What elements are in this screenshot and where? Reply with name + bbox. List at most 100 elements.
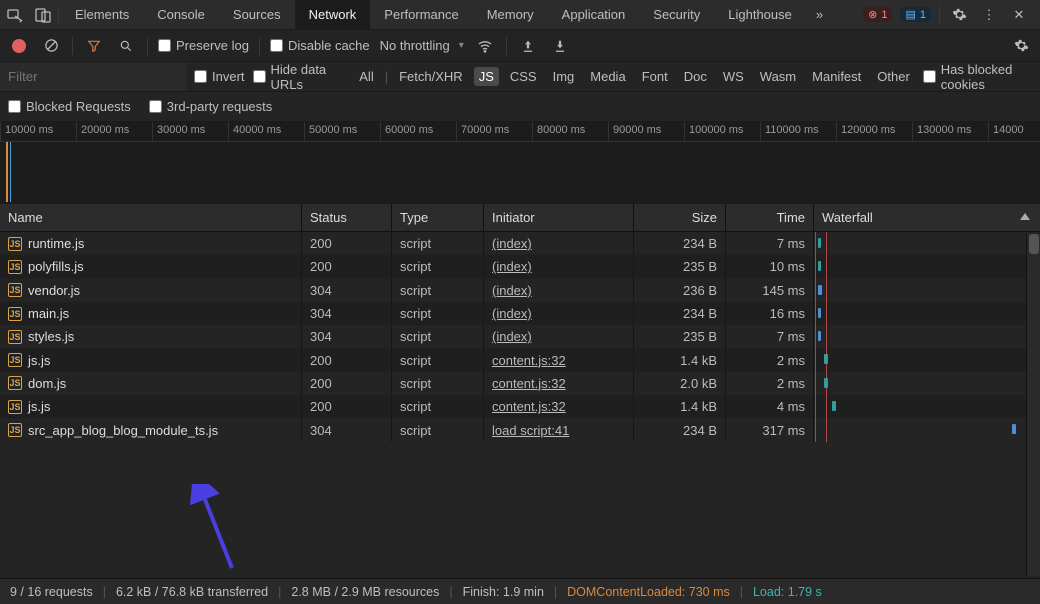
upload-icon[interactable]	[517, 35, 539, 57]
tab-security[interactable]: Security	[639, 0, 714, 30]
gear-icon[interactable]	[948, 4, 970, 26]
type-chip-doc[interactable]: Doc	[679, 67, 712, 86]
filter-icon[interactable]	[83, 35, 105, 57]
record-button[interactable]	[8, 35, 30, 57]
timeline-overview[interactable]: 10000 ms20000 ms30000 ms40000 ms50000 ms…	[0, 122, 1040, 204]
tab-memory[interactable]: Memory	[473, 0, 548, 30]
tab-console[interactable]: Console	[143, 0, 219, 30]
type-chip-wasm[interactable]: Wasm	[755, 67, 801, 86]
type-chip-fetchxhr[interactable]: Fetch/XHR	[394, 67, 468, 86]
request-waterfall-cell	[814, 372, 1040, 395]
clear-icon[interactable]	[40, 35, 62, 57]
tab-sources[interactable]: Sources	[219, 0, 295, 30]
request-name: vendor.js	[28, 283, 80, 298]
tab-application[interactable]: Application	[548, 0, 640, 30]
request-status: 304	[302, 325, 392, 348]
filter-row-2: Blocked Requests 3rd-party requests	[0, 92, 1040, 122]
table-row[interactable]: JSsrc_app_blog_blog_module_ts.js304scrip…	[0, 418, 1040, 441]
type-chip-other[interactable]: Other	[872, 67, 915, 86]
table-row[interactable]: JSdom.js200scriptcontent.js:322.0 kB2 ms	[0, 372, 1040, 395]
request-initiator-link[interactable]: load script:41	[492, 423, 569, 438]
type-chip-css[interactable]: CSS	[505, 67, 542, 86]
request-table-body: JSruntime.js200script(index)234 B7 msJSp…	[0, 232, 1040, 574]
table-row[interactable]: JSpolyfills.js200script(index)235 B10 ms	[0, 255, 1040, 278]
col-initiator[interactable]: Initiator	[484, 204, 634, 231]
request-initiator-link[interactable]: (index)	[492, 259, 532, 274]
request-time: 145 ms	[726, 279, 814, 302]
col-size[interactable]: Size	[634, 204, 726, 231]
network-settings-gear-icon[interactable]	[1010, 35, 1032, 57]
message-badge[interactable]: ▤ 1	[900, 7, 931, 22]
footer-domcontentloaded: DOMContentLoaded: 730 ms	[567, 585, 730, 599]
request-name: js.js	[28, 399, 50, 414]
preserve-log-label: Preserve log	[176, 38, 249, 53]
error-badge[interactable]: ⊗ 1	[863, 7, 892, 22]
type-chip-font[interactable]: Font	[637, 67, 673, 86]
preserve-log-checkbox[interactable]: Preserve log	[158, 38, 249, 53]
filter-input[interactable]	[0, 62, 186, 91]
timeline-tick: 60000 ms	[380, 122, 456, 141]
col-waterfall[interactable]: Waterfall	[814, 204, 1040, 231]
type-chip-all[interactable]: All	[354, 67, 378, 86]
tab-network[interactable]: Network	[295, 0, 371, 30]
throttling-select[interactable]: No throttling	[380, 38, 464, 53]
col-time[interactable]: Time	[726, 204, 814, 231]
type-chip-js[interactable]: JS	[474, 67, 499, 86]
request-type: script	[392, 232, 484, 255]
footer-resources: 2.8 MB / 2.9 MB resources	[291, 585, 439, 599]
blocked-requests-checkbox[interactable]: Blocked Requests	[8, 99, 131, 114]
close-icon[interactable]: ✕	[1008, 4, 1030, 26]
table-row[interactable]: JSvendor.js304script(index)236 B145 ms	[0, 279, 1040, 302]
scrollbar-thumb[interactable]	[1029, 234, 1039, 254]
hide-data-urls-checkbox[interactable]: Hide data URLs	[253, 62, 347, 92]
inspect-icon[interactable]	[2, 2, 28, 28]
col-type[interactable]: Type	[392, 204, 484, 231]
timeline-tick: 40000 ms	[228, 122, 304, 141]
request-initiator-link[interactable]: (index)	[492, 283, 532, 298]
annotation-arrow	[188, 484, 248, 574]
request-initiator-link[interactable]: content.js:32	[492, 376, 566, 391]
request-time: 7 ms	[726, 232, 814, 255]
tab-elements[interactable]: Elements	[61, 0, 143, 30]
table-row[interactable]: JSruntime.js200script(index)234 B7 ms	[0, 232, 1040, 255]
type-chip-ws[interactable]: WS	[718, 67, 749, 86]
tab-performance[interactable]: Performance	[370, 0, 472, 30]
tabs-overflow-icon[interactable]: »	[808, 7, 831, 22]
request-type: script	[392, 302, 484, 325]
request-waterfall-cell	[814, 418, 1040, 441]
request-initiator-link[interactable]: content.js:32	[492, 353, 566, 368]
device-toggle-icon[interactable]	[30, 2, 56, 28]
wifi-icon[interactable]	[474, 35, 496, 57]
col-name[interactable]: Name	[0, 204, 302, 231]
type-chip-img[interactable]: Img	[548, 67, 580, 86]
invert-checkbox[interactable]: Invert	[194, 69, 245, 84]
download-icon[interactable]	[549, 35, 571, 57]
has-blocked-cookies-checkbox[interactable]: Has blocked cookies	[923, 62, 1040, 92]
scrollbar[interactable]	[1026, 234, 1040, 576]
request-time: 7 ms	[726, 325, 814, 348]
table-row[interactable]: JSstyles.js304script(index)235 B7 ms	[0, 325, 1040, 348]
table-row[interactable]: JSjs.js200scriptcontent.js:321.4 kB2 ms	[0, 348, 1040, 371]
table-row[interactable]: JSjs.js200scriptcontent.js:321.4 kB4 ms	[0, 395, 1040, 418]
table-row[interactable]: JSmain.js304script(index)234 B16 ms	[0, 302, 1040, 325]
request-type: script	[392, 372, 484, 395]
col-status[interactable]: Status	[302, 204, 392, 231]
disable-cache-checkbox[interactable]: Disable cache	[270, 38, 370, 53]
request-initiator-link[interactable]: (index)	[492, 236, 532, 251]
type-chip-manifest[interactable]: Manifest	[807, 67, 866, 86]
request-initiator-link[interactable]: (index)	[492, 306, 532, 321]
request-time: 2 ms	[726, 348, 814, 371]
third-party-checkbox[interactable]: 3rd-party requests	[149, 99, 273, 114]
third-party-label: 3rd-party requests	[167, 99, 273, 114]
request-size: 235 B	[634, 325, 726, 348]
request-name: runtime.js	[28, 236, 84, 251]
type-chip-media[interactable]: Media	[585, 67, 630, 86]
js-file-icon: JS	[8, 260, 22, 274]
tab-lighthouse[interactable]: Lighthouse	[714, 0, 806, 30]
kebab-menu-icon[interactable]: ⋮	[978, 4, 1000, 26]
request-initiator-link[interactable]: content.js:32	[492, 399, 566, 414]
request-initiator-link[interactable]: (index)	[492, 329, 532, 344]
timeline-tick: 80000 ms	[532, 122, 608, 141]
search-icon[interactable]	[115, 35, 137, 57]
request-status: 200	[302, 255, 392, 278]
